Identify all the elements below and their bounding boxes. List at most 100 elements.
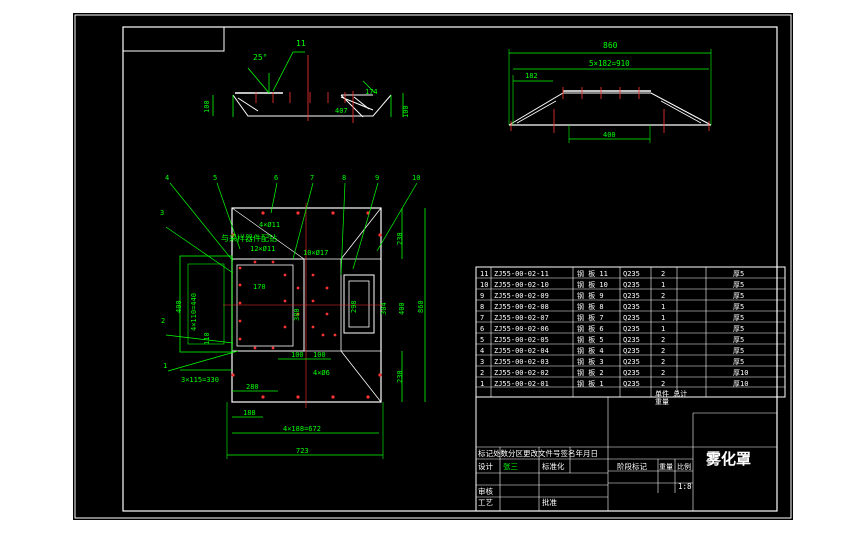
dim-pitch: 5×182=910 [589, 59, 630, 68]
angle-label: 25° [253, 53, 267, 62]
scale-value: 1:8 [678, 482, 692, 491]
parts-cell-code: ZJ55-00-02-04 [494, 347, 549, 355]
parts-cell-note: 厚10 [733, 380, 748, 388]
parts-cell-no: 10 [480, 281, 488, 289]
dim-860-side: 860 [603, 41, 618, 50]
parts-cell-name: 钢 板 9 [577, 291, 604, 300]
parts-cell-no: 11 [480, 270, 488, 278]
parts-cell-name: 钢 板 2 [577, 368, 604, 377]
parts-rows: 11 ZJ55-00-02-11 钢 板 11 Q235 2 厚510 ZJ55-00-02… [480, 269, 748, 388]
parts-cell-mat: Q235 [623, 303, 640, 311]
balloon-3: 3 [160, 209, 164, 217]
balloon-5: 5 [213, 174, 217, 182]
parts-cell-mat: Q235 [623, 347, 640, 355]
balloon-1: 1 [163, 362, 167, 370]
dim-860-plan: 860 [417, 300, 425, 313]
standard-label: 标准化 [542, 461, 565, 471]
parts-cell-note: 厚5 [733, 270, 744, 278]
dim-304: 304 [380, 302, 388, 315]
note-4x6: 4×Ø6 [313, 369, 330, 377]
dim-4x110: 4×110=440 [190, 293, 198, 331]
parts-cell-name: 钢 板 10 [577, 280, 608, 289]
review-label: 审核 [478, 486, 493, 496]
parts-cell-mat: Q235 [623, 369, 640, 377]
note-4x11: 4×Ø11 [259, 221, 280, 229]
approve-label: 批准 [542, 497, 557, 507]
dim-100-right: 100 [402, 105, 410, 118]
parts-cell-mat: Q235 [623, 380, 640, 388]
balloon-10: 10 [412, 174, 420, 182]
dim-400-right: 400 [398, 302, 406, 315]
parts-cell-mat: Q235 [623, 325, 640, 333]
parts-cell-mat: Q235 [623, 281, 640, 289]
parts-cell-mat: Q235 [623, 336, 640, 344]
parts-cell-code: ZJ55-00-02-02 [494, 369, 549, 377]
parts-cell-note: 厚5 [733, 358, 744, 366]
dim-110: 110 [203, 332, 211, 345]
dim-174: 174 [365, 88, 378, 96]
dim-170: 170 [253, 283, 266, 291]
parts-cell-qty: 1 [661, 303, 665, 311]
parts-cell-no: 2 [480, 369, 484, 377]
note-12x11: 12×Ø11 [250, 245, 275, 253]
title-block: 标记处数分区更改文件号签名年月日 设计 张三 标准化 审核 工艺 批准 阶段标记… [475, 396, 778, 512]
parts-cell-note: 厚5 [733, 347, 744, 355]
balloon-11: 11 [296, 39, 306, 48]
parts-cell-qty: 1 [661, 281, 665, 289]
balloon-4: 4 [165, 174, 169, 182]
parts-cell-name: 钢 板 4 [577, 346, 604, 355]
drawing-title: 雾化罩 [705, 450, 751, 468]
dim-400-left: 400 [175, 300, 183, 313]
dim-100-a: 100 [291, 351, 304, 359]
parts-cell-name: 钢 板 7 [577, 313, 604, 322]
parts-cell-note: 厚5 [733, 314, 744, 322]
parts-cell-note: 厚10 [733, 369, 748, 377]
parts-cell-code: ZJ55-00-02-09 [494, 292, 549, 300]
stage-label: 阶段标记 [617, 461, 647, 471]
parts-cell-name: 钢 板 1 [577, 379, 604, 388]
parts-cell-qty: 1 [661, 314, 665, 322]
parts-cell-qty: 2 [661, 358, 665, 366]
header-weight: 重量 [655, 398, 669, 406]
parts-cell-qty: 1 [661, 325, 665, 333]
parts-cell-no: 5 [480, 336, 484, 344]
parts-cell-code: ZJ55-00-02-10 [494, 281, 549, 289]
parts-cell-no: 7 [480, 314, 484, 322]
parts-cell-qty: 2 [661, 336, 665, 344]
dim-298: 298 [350, 300, 358, 313]
parts-cell-note: 厚5 [733, 325, 744, 333]
parts-cell-code: ZJ55-00-02-05 [494, 336, 549, 344]
plan-view: 4 5 6 7 8 9 10 3 2 1 4×Ø11 与采样器件配钻 12×Ø1… [160, 174, 426, 459]
parts-cell-no: 6 [480, 325, 484, 333]
note-weld: 与采样器件配钻 [221, 233, 277, 243]
parts-cell-no: 1 [480, 380, 484, 388]
cad-canvas: 25° 11 100 174 407 100 860 5×182=910 182… [74, 14, 792, 519]
balloon-2: 2 [161, 317, 165, 325]
design-label: 设计 [478, 461, 493, 471]
inner-frame [122, 26, 778, 512]
process-label: 工艺 [478, 498, 493, 507]
parts-cell-mat: Q235 [623, 358, 640, 366]
parts-cell-mat: Q235 [623, 270, 640, 278]
parts-cell-mat: Q235 [623, 314, 640, 322]
parts-cell-name: 钢 板 6 [577, 324, 604, 333]
balloon-9: 9 [375, 174, 379, 182]
dim-380: 380 [293, 308, 301, 321]
weight-label: 重量 [659, 463, 673, 471]
note-10x17: 10×Ø17 [303, 249, 328, 257]
parts-cell-code: ZJ55-00-02-01 [494, 380, 549, 388]
parts-cell-code: ZJ55-00-02-07 [494, 314, 549, 322]
dim-4x188: 4×188=672 [283, 425, 321, 433]
dim-100-left: 100 [203, 100, 211, 113]
parts-cell-qty: 2 [661, 369, 665, 377]
corner-box [122, 26, 225, 52]
parts-cell-note: 厚5 [733, 281, 744, 289]
parts-cell-name: 钢 板 11 [577, 269, 608, 278]
designer-name: 张三 [503, 462, 518, 471]
parts-cell-note: 厚5 [733, 303, 744, 311]
drawing-sheet: 25° 11 100 174 407 100 860 5×182=910 182… [73, 13, 793, 520]
parts-cell-code: ZJ55-00-02-11 [494, 270, 549, 278]
parts-cell-qty: 2 [661, 270, 665, 278]
parts-cell-code: ZJ55-00-02-06 [494, 325, 549, 333]
scale-label: 比例 [677, 462, 691, 471]
